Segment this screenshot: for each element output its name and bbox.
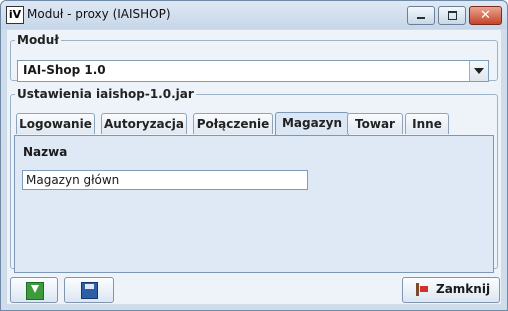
module-select-dropdown-button[interactable] xyxy=(469,61,488,81)
dialog-content: Moduł IAI-Shop 1.0 Ustawienia iaishop-1.… xyxy=(7,30,501,304)
module-select[interactable]: IAI-Shop 1.0 xyxy=(17,60,489,82)
chevron-down-icon xyxy=(474,68,484,74)
tab-polaczenie[interactable]: Połączenie xyxy=(193,113,273,134)
settings-group: Ustawienia iaishop-1.0.jar Logowanie Aut… xyxy=(10,87,498,273)
settings-group-legend: Ustawienia iaishop-1.0.jar xyxy=(17,87,194,101)
module-group: Moduł IAI-Shop 1.0 xyxy=(10,33,498,82)
tab-autoryzacja[interactable]: Autoryzacja xyxy=(101,113,187,134)
download-button[interactable] xyxy=(10,277,58,303)
module-select-value: IAI-Shop 1.0 xyxy=(23,63,106,77)
tab-magazyn[interactable]: Magazyn xyxy=(275,112,349,135)
module-group-legend: Moduł xyxy=(17,33,59,47)
save-icon xyxy=(81,282,98,299)
close-window-button[interactable]: ✕ xyxy=(469,6,502,25)
title-bar[interactable]: iV Moduł - proxy (IAISHOP) ✕ xyxy=(1,1,507,29)
window-title: Moduł - proxy (IAISHOP) xyxy=(27,7,171,21)
tab-logowanie[interactable]: Logowanie xyxy=(16,113,95,134)
close-button[interactable]: Zamknij xyxy=(402,277,500,303)
magazyn-tab-panel: Nazwa Magazyn główn xyxy=(14,135,494,273)
tab-towar[interactable]: Towar xyxy=(347,113,403,134)
save-button[interactable] xyxy=(64,277,114,303)
close-icon: ✕ xyxy=(480,8,491,23)
exit-door-icon xyxy=(416,283,430,296)
download-icon xyxy=(26,282,44,300)
application-window: iV Moduł - proxy (IAISHOP) ✕ Moduł IAI-S… xyxy=(0,0,508,311)
tab-inne[interactable]: Inne xyxy=(405,113,449,134)
minimize-button[interactable] xyxy=(407,6,435,25)
maximize-icon xyxy=(448,11,457,20)
app-logo-icon: iV xyxy=(6,6,24,24)
close-button-label: Zamknij xyxy=(436,282,491,296)
warehouse-name-label: Nazwa xyxy=(23,145,68,159)
minimize-icon xyxy=(417,17,425,19)
warehouse-name-field[interactable]: Magazyn główn xyxy=(22,170,308,190)
maximize-button[interactable] xyxy=(438,6,466,25)
